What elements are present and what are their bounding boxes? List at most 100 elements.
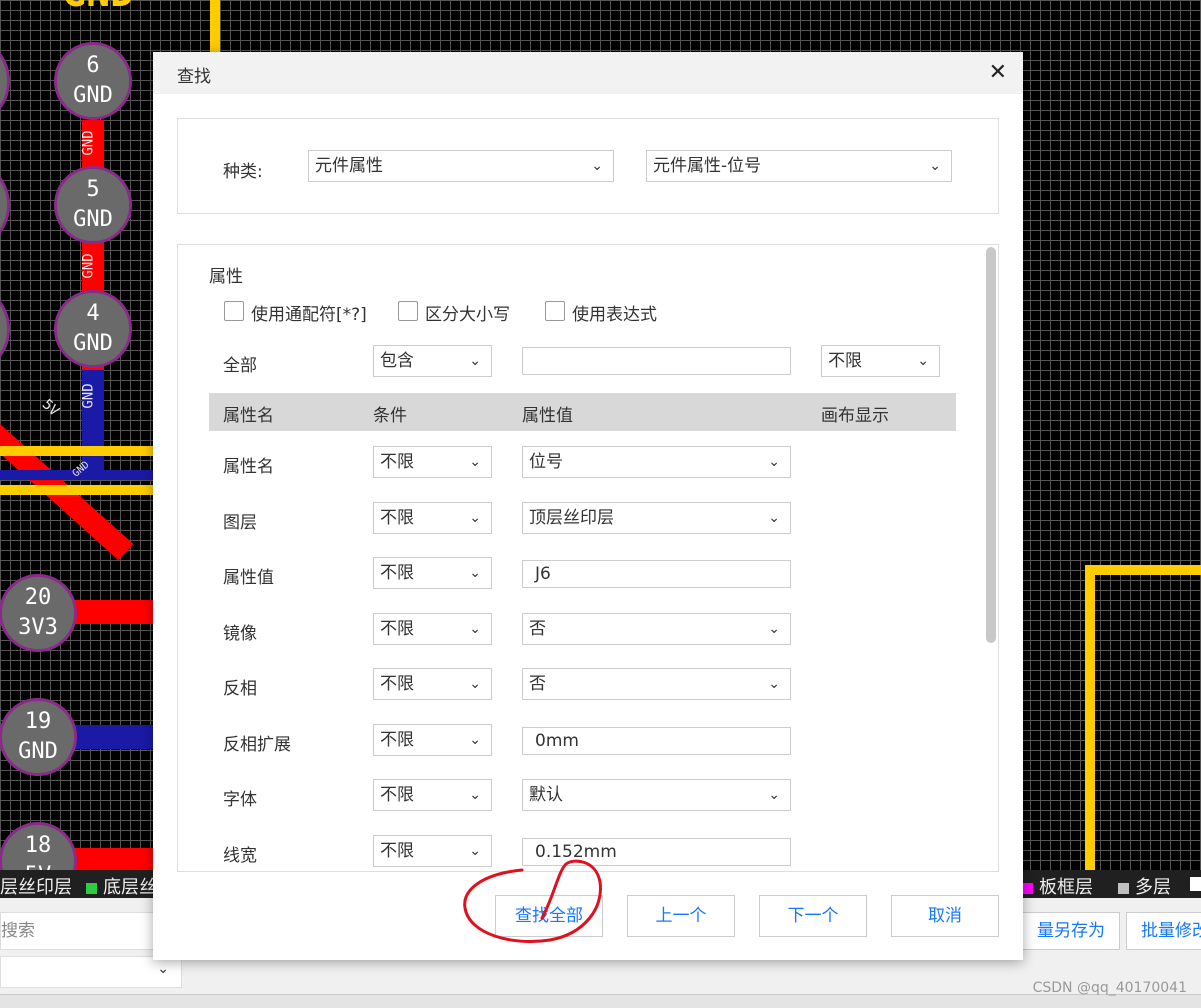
pad[interactable]: 4 GND <box>54 290 132 368</box>
select-value: 不限 <box>380 730 414 750</box>
row-value-select[interactable]: 顶层丝印层 ⌄ <box>522 502 791 534</box>
pad-number: 5 <box>86 177 100 202</box>
trace-yellow-top <box>210 0 220 52</box>
scrollbar[interactable] <box>986 247 996 643</box>
next-button[interactable]: 下一个 <box>759 895 867 937</box>
chevron-down-icon: ⌄ <box>469 565 481 581</box>
close-icon[interactable]: ✕ <box>989 60 1007 85</box>
batch-modify-button[interactable]: 批量修改 <box>1126 912 1201 950</box>
find-all-button[interactable]: 查找全部 <box>495 895 603 937</box>
column-header: 条件 <box>373 406 407 426</box>
pad-net: GND <box>18 739 58 764</box>
trace-label: GND <box>80 130 97 156</box>
trace-label: GND <box>80 383 97 409</box>
trace-yellow-h1 <box>0 446 153 456</box>
row-condition-select[interactable]: 不限 ⌄ <box>373 835 492 867</box>
pad-net: GND <box>73 331 113 356</box>
row-condition-select[interactable]: 不限 ⌄ <box>373 724 492 756</box>
pad[interactable]: 6 GND <box>54 42 132 120</box>
bottom-table-header <box>0 994 1201 1008</box>
select-value: 包含 <box>380 351 414 371</box>
layer-item[interactable]: 多层 <box>1118 873 1171 899</box>
trace-yellow-right-h <box>1085 565 1201 575</box>
canvas-top-label: GND <box>62 0 192 16</box>
pad-number: 19 <box>24 709 52 734</box>
pad-net: 3V3 <box>18 615 58 640</box>
pad-partial <box>0 42 10 120</box>
kind-select-value: 元件属性 <box>315 156 383 176</box>
pad-number: 6 <box>86 53 100 78</box>
chevron-down-icon: ⌄ <box>591 158 603 174</box>
pad[interactable]: 5 GND <box>54 166 132 244</box>
chevron-down-icon: ⌄ <box>768 621 780 637</box>
all-value-input[interactable] <box>522 347 791 375</box>
select-value: 不限 <box>380 785 414 805</box>
filter-select[interactable]: ⌄ <box>0 956 182 988</box>
row-condition-select[interactable]: 不限 ⌄ <box>373 446 492 478</box>
layer-item[interactable]: 层丝印层 <box>0 873 72 899</box>
layer-item[interactable]: 板框层 <box>1022 873 1093 899</box>
row-value-input[interactable]: 0.152mm <box>522 838 791 866</box>
row-condition-select[interactable]: 不限 ⌄ <box>373 557 492 589</box>
kind-section: 种类: 元件属性 ⌄ 元件属性-位号 ⌄ <box>177 118 999 214</box>
row-condition-select[interactable]: 不限 ⌄ <box>373 613 492 645</box>
row-name: 图层 <box>223 513 257 533</box>
attribute-section: 属性 使用通配符[*?] 区分大小写 使用表达式 全部 包含 ⌄ 不限 ⌄ 属性名 … <box>177 244 999 872</box>
wildcard-checkbox[interactable] <box>224 301 244 321</box>
row-value-select[interactable]: 否 ⌄ <box>522 668 791 700</box>
pad-number: 18 <box>24 833 52 858</box>
pad-net: GND <box>73 207 113 232</box>
case-sensitive-checkbox[interactable] <box>398 301 418 321</box>
chevron-down-icon: ⌄ <box>469 843 481 859</box>
layer-label: 板框层 <box>1039 877 1093 898</box>
row-condition-select[interactable]: 不限 ⌄ <box>373 779 492 811</box>
cancel-button[interactable]: 取消 <box>891 895 999 937</box>
row-value-input[interactable]: 0mm <box>522 727 791 755</box>
watermark: CSDN @qq_40170041 <box>1032 980 1187 996</box>
select-value: 不限 <box>828 351 862 371</box>
trace-label: 5V <box>38 396 63 420</box>
row-name: 属性值 <box>223 568 274 588</box>
chevron-down-icon: ⌄ <box>469 621 481 637</box>
row-name: 反相扩展 <box>223 735 291 755</box>
kind-sub-select[interactable]: 元件属性-位号 ⌄ <box>646 150 952 182</box>
chevron-down-icon: ⌄ <box>469 676 481 692</box>
pad[interactable]: 185V <box>0 822 77 870</box>
all-canvas-select[interactable]: 不限 ⌄ <box>821 345 940 377</box>
regex-label: 使用表达式 <box>572 305 657 325</box>
select-value: 不限 <box>380 452 414 472</box>
chevron-down-icon: ⌄ <box>469 732 481 748</box>
pad-net: 5V <box>2 861 74 870</box>
row-name: 线宽 <box>223 846 257 866</box>
chevron-down-icon: ⌄ <box>768 454 780 470</box>
previous-button[interactable]: 上一个 <box>627 895 735 937</box>
row-value-select[interactable]: 否 ⌄ <box>522 613 791 645</box>
row-condition-select[interactable]: 不限 ⌄ <box>373 502 492 534</box>
row-value-select[interactable]: 默认 ⌄ <box>522 779 791 811</box>
layer-swatch-icon <box>1190 877 1201 891</box>
pad[interactable]: 19 GND <box>0 698 77 776</box>
trace-red-diagonal <box>0 370 134 561</box>
kind-select[interactable]: 元件属性 ⌄ <box>308 150 614 182</box>
select-value: 不限 <box>380 674 414 694</box>
all-condition-select[interactable]: 包含 ⌄ <box>373 345 492 377</box>
select-value: 否 <box>529 674 546 694</box>
all-label: 全部 <box>223 356 257 376</box>
row-value-input[interactable]: J6 <box>522 560 791 588</box>
layer-label: 底层丝 <box>103 877 157 898</box>
row-value-select[interactable]: 位号 ⌄ <box>522 446 791 478</box>
pad-partial <box>0 166 10 244</box>
trace-label: GND <box>80 253 97 279</box>
case-sensitive-label: 区分大小写 <box>425 305 510 325</box>
row-condition-select[interactable]: 不限 ⌄ <box>373 668 492 700</box>
layer-swatch-icon <box>86 882 97 894</box>
select-value: 不限 <box>380 619 414 639</box>
pad[interactable]: 20 3V3 <box>0 574 77 652</box>
regex-checkbox[interactable] <box>545 301 565 321</box>
pad-number: 4 <box>86 301 100 326</box>
batch-save-as-button[interactable]: 量另存为 <box>1022 912 1120 950</box>
layer-item[interactable]: 底层丝 <box>86 873 157 899</box>
chevron-down-icon: ⌄ <box>469 787 481 803</box>
chevron-down-icon: ⌄ <box>768 787 780 803</box>
column-header: 属性值 <box>522 406 573 426</box>
